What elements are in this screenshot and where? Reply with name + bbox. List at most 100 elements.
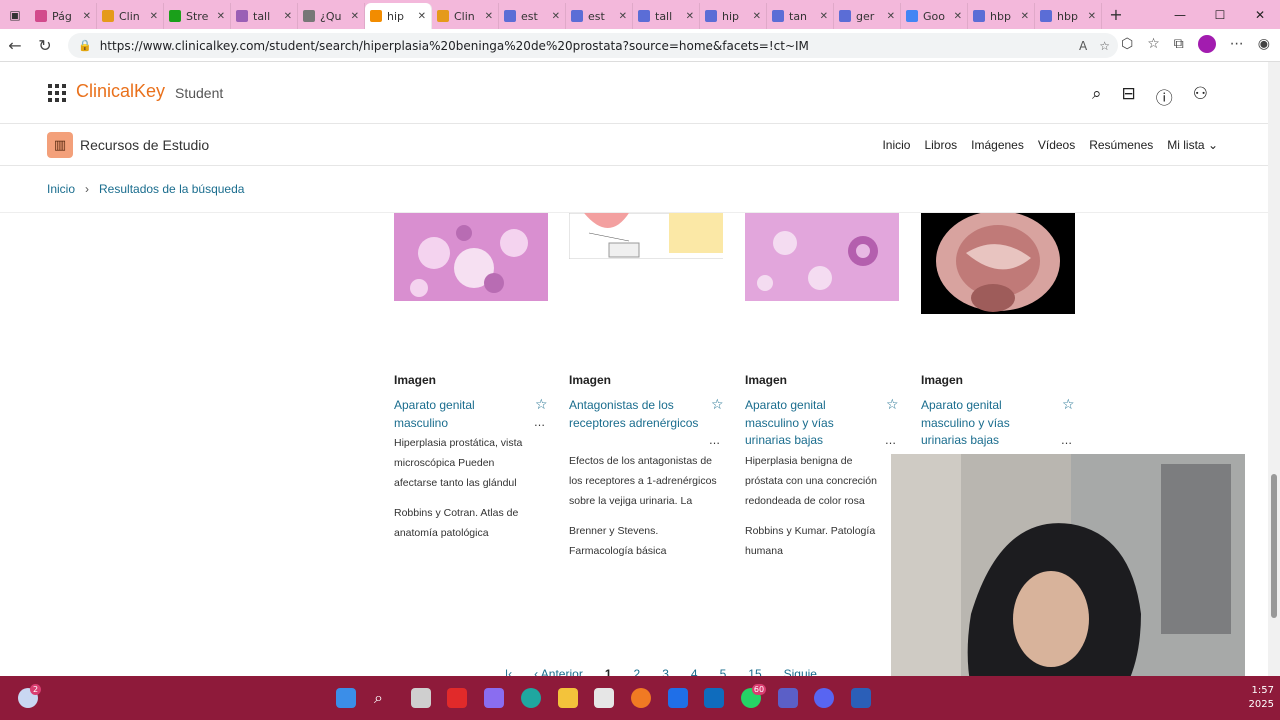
firefox-icon[interactable] xyxy=(631,688,651,708)
tab-close-icon[interactable]: ✕ xyxy=(686,11,694,22)
breadcrumb-results[interactable]: Resultados de la búsqueda xyxy=(99,182,244,196)
tab-close-icon[interactable]: ✕ xyxy=(284,11,292,22)
star-icon[interactable]: ☆ xyxy=(711,397,724,413)
breadcrumb-home[interactable]: Inicio xyxy=(47,182,75,196)
browser-tab[interactable]: Goo ✕ xyxy=(901,3,968,29)
tab-close-icon[interactable]: ✕ xyxy=(217,11,225,22)
help-icon[interactable]: ⓘ xyxy=(1156,84,1173,109)
menu-videos[interactable]: Vídeos xyxy=(1038,138,1075,152)
tab-close-icon[interactable]: ✕ xyxy=(887,11,895,22)
tab-close-icon[interactable]: ✕ xyxy=(619,11,627,22)
extensions-icon[interactable]: ⬡ xyxy=(1121,36,1133,52)
tab-close-icon[interactable]: ✕ xyxy=(485,11,493,22)
url-field[interactable]: 🔒 https://www.clinicalkey.com/student/se… xyxy=(68,33,1118,58)
tab-close-icon[interactable]: ✕ xyxy=(753,11,761,22)
menu-libros[interactable]: Libros xyxy=(924,138,957,152)
tab-close-icon[interactable]: ✕ xyxy=(83,11,91,22)
browser-tab[interactable]: tall ✕ xyxy=(231,3,298,29)
file-explorer-icon[interactable] xyxy=(558,688,578,708)
start-icon[interactable] xyxy=(336,688,356,708)
copilot-icon[interactable]: ◉ xyxy=(1258,36,1270,52)
browser-tab[interactable]: tan ✕ xyxy=(767,3,834,29)
browser-tab[interactable]: hip ✕ xyxy=(365,3,432,29)
more-icon[interactable]: … xyxy=(885,434,896,447)
browser-tab[interactable]: est ✕ xyxy=(566,3,633,29)
browser-tab[interactable]: hbp ✕ xyxy=(968,3,1035,29)
discord-icon[interactable] xyxy=(814,688,834,708)
star-icon[interactable]: ☆ xyxy=(1062,397,1075,413)
star-icon[interactable]: ☆ xyxy=(535,397,548,413)
logo-subtitle: Student xyxy=(175,85,224,101)
tab-close-icon[interactable]: ✕ xyxy=(954,11,962,22)
menu-resumenes[interactable]: Resúmenes xyxy=(1089,138,1153,152)
windows-taskbar: 2 ⌕ 60 1:57 2025 xyxy=(0,676,1280,720)
star-icon[interactable]: ☆ xyxy=(886,397,899,413)
copilot-app-icon[interactable] xyxy=(484,688,504,708)
more-icon[interactable]: … xyxy=(709,434,720,447)
tab-close-icon[interactable]: ✕ xyxy=(1021,11,1029,22)
card-title[interactable]: Aparato genital masculino xyxy=(394,397,524,432)
store-icon[interactable] xyxy=(594,688,614,708)
tab-close-icon[interactable]: ✕ xyxy=(1088,11,1096,22)
minimize-icon[interactable]: — xyxy=(1160,0,1200,29)
more-icon[interactable]: … xyxy=(1061,434,1072,447)
tab-actions-icon[interactable]: ▣ xyxy=(0,0,30,29)
browser-tab[interactable]: Clin ✕ xyxy=(97,3,164,29)
tab-title: tall xyxy=(253,9,271,23)
histology-image[interactable] xyxy=(394,213,548,301)
new-tab-button[interactable]: + xyxy=(1102,5,1130,24)
browser-tab[interactable]: Pág ✕ xyxy=(30,3,97,29)
user-icon[interactable]: ⚇ xyxy=(1193,84,1208,109)
histology-image[interactable] xyxy=(745,213,899,301)
diagram-image[interactable] xyxy=(568,212,725,260)
page-scrollbar[interactable] xyxy=(1268,62,1280,676)
browser-tab[interactable]: hbp ✕ xyxy=(1035,3,1102,29)
clock[interactable]: 1:57 2025 xyxy=(1249,684,1274,712)
card-title[interactable]: Aparato genital masculino y vías urinari… xyxy=(745,397,875,450)
search-icon[interactable]: ⌕ xyxy=(374,688,394,708)
tab-favicon-icon xyxy=(906,10,918,22)
clinicalkey-logo[interactable]: ClinicalKey xyxy=(76,81,165,102)
browser-tab[interactable]: est ✕ xyxy=(499,3,566,29)
scrollbar-thumb[interactable] xyxy=(1271,474,1277,618)
apps-grid-icon[interactable] xyxy=(48,84,66,102)
read-aloud-icon[interactable]: A xyxy=(1079,39,1087,53)
more-icon[interactable]: … xyxy=(534,416,545,429)
close-window-icon[interactable]: ✕ xyxy=(1240,0,1280,29)
tab-close-icon[interactable]: ✕ xyxy=(418,11,426,22)
browser-tab[interactable]: ger ✕ xyxy=(834,3,901,29)
browser-tab[interactable]: Clin ✕ xyxy=(432,3,499,29)
maximize-icon[interactable]: ☐ xyxy=(1200,0,1240,29)
edge-icon[interactable] xyxy=(521,688,541,708)
word-icon[interactable] xyxy=(851,688,871,708)
menu-imagenes[interactable]: Imágenes xyxy=(971,138,1024,152)
tab-close-icon[interactable]: ✕ xyxy=(820,11,828,22)
gross-specimen-image[interactable] xyxy=(921,211,1075,314)
menu-mi-lista[interactable]: Mi lista ⌄ xyxy=(1167,138,1218,152)
teams-icon[interactable] xyxy=(778,688,798,708)
browser-tab[interactable]: tall ✕ xyxy=(633,3,700,29)
collections-icon[interactable]: ⧉ xyxy=(1174,36,1184,52)
browser-tab[interactable]: Stre ✕ xyxy=(164,3,231,29)
search-icon[interactable]: ⌕ xyxy=(1092,84,1102,109)
browser-tab[interactable]: ¿Qu ✕ xyxy=(298,3,365,29)
task-view-icon[interactable] xyxy=(411,688,431,708)
favorite-star-icon[interactable]: ☆ xyxy=(1099,39,1110,53)
dropbox-icon[interactable] xyxy=(668,688,688,708)
tab-close-icon[interactable]: ✕ xyxy=(552,11,560,22)
favorites-icon[interactable]: ☆ xyxy=(1147,36,1160,52)
card-title[interactable]: Antagonistas de los receptores adrenérgi… xyxy=(569,397,699,432)
tab-close-icon[interactable]: ✕ xyxy=(351,11,359,22)
card-title[interactable]: Aparato genital masculino y vías urinari… xyxy=(921,397,1051,450)
outlook-icon[interactable] xyxy=(704,688,724,708)
tab-close-icon[interactable]: ✕ xyxy=(150,11,158,22)
tab-favicon-icon xyxy=(973,10,985,22)
browser-tab[interactable]: hip ✕ xyxy=(700,3,767,29)
profile-avatar[interactable] xyxy=(1197,35,1216,53)
reload-button[interactable]: ↻ xyxy=(30,36,60,55)
bookmark-icon[interactable]: ⊟ xyxy=(1122,84,1136,109)
more-icon[interactable]: ⋯ xyxy=(1230,36,1244,52)
menu-inicio[interactable]: Inicio xyxy=(882,138,910,152)
back-button[interactable]: ← xyxy=(0,36,30,55)
youtube-icon[interactable] xyxy=(447,688,467,708)
